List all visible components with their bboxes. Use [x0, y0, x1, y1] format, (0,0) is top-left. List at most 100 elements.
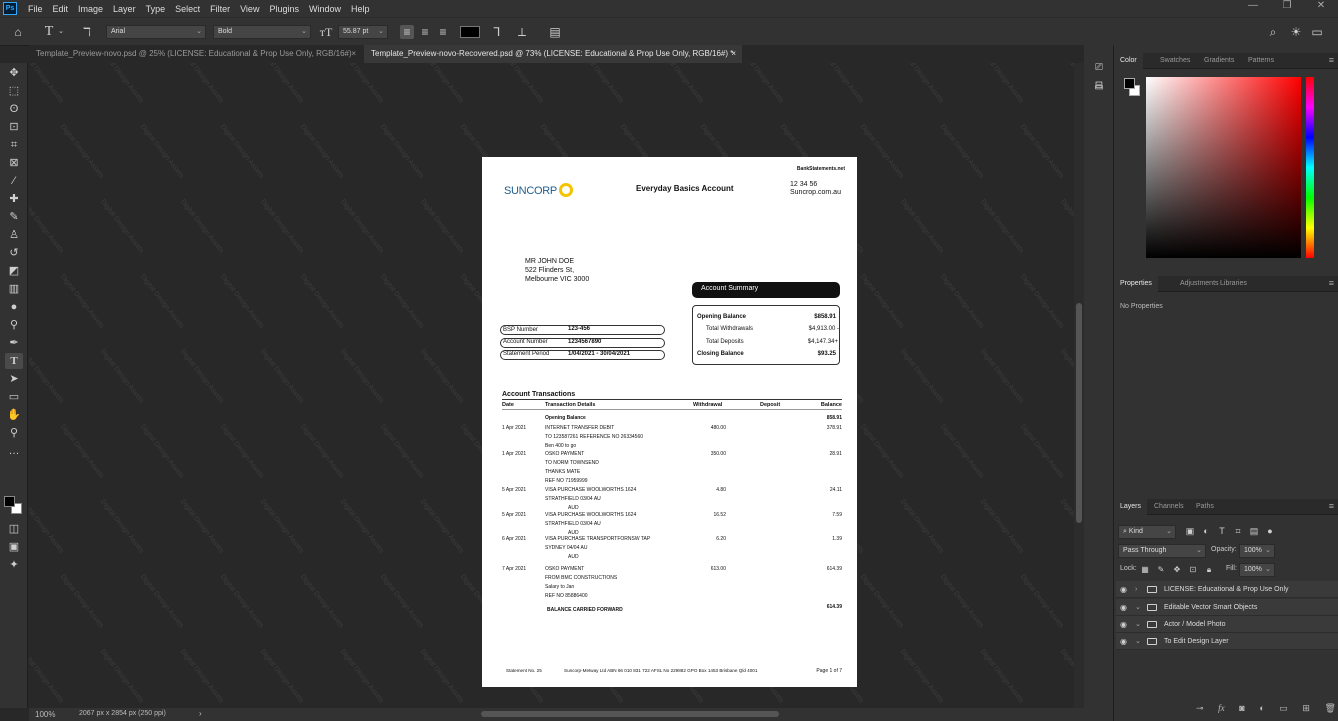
- restore-icon[interactable]: ❐: [1270, 0, 1304, 11]
- visibility-eye-icon[interactable]: ◉: [1120, 616, 1127, 633]
- dodge-tool-icon[interactable]: ⚲: [5, 317, 23, 333]
- menu-item-help[interactable]: Help: [346, 4, 375, 14]
- 3d-text-icon[interactable]: ⟂: [515, 25, 529, 39]
- blur-tool-icon[interactable]: ●: [5, 299, 23, 315]
- menu-item-layer[interactable]: Layer: [108, 4, 141, 14]
- layer-filter-select[interactable]: ⌕ Kind ⌄: [1118, 525, 1176, 539]
- foreground-color-swatch[interactable]: [4, 496, 15, 507]
- warp-text-icon[interactable]: Ꞁ: [490, 25, 504, 39]
- tab-channels[interactable]: Channels: [1148, 499, 1190, 515]
- link-layers-icon[interactable]: ⊸: [1196, 703, 1204, 717]
- lock-artboard-icon[interactable]: ⊡: [1188, 563, 1198, 577]
- close-tab-icon[interactable]: ×: [731, 45, 736, 63]
- brush-tool-icon[interactable]: ✎: [5, 209, 23, 225]
- image-filter-icon[interactable]: ▣: [1184, 524, 1196, 538]
- new-layer-icon[interactable]: ⊞: [1302, 703, 1310, 717]
- lock-pixels-icon[interactable]: ✎: [1156, 563, 1166, 577]
- align-center-icon[interactable]: ≡: [418, 25, 432, 39]
- character-panel-icon[interactable]: ▤: [548, 25, 562, 39]
- home-icon[interactable]: ⌂: [10, 25, 26, 39]
- horizontal-scroll-thumb[interactable]: [481, 711, 779, 717]
- quick-mask-icon[interactable]: ◫: [5, 521, 23, 537]
- lightbulb-icon[interactable]: ☀: [1289, 25, 1303, 39]
- type-tool-icon[interactable]: T: [42, 25, 56, 39]
- lasso-tool-icon[interactable]: ʘ: [5, 101, 23, 117]
- menu-item-type[interactable]: Type: [141, 4, 171, 14]
- layer-row[interactable]: ◉ ⌄ Actor / Model Photo: [1116, 616, 1338, 633]
- menu-item-view[interactable]: View: [235, 4, 264, 14]
- type-filter-icon[interactable]: T: [1216, 524, 1228, 538]
- frame-tool-icon[interactable]: ⊠: [5, 155, 23, 171]
- panel-menu-icon[interactable]: ≡: [1329, 278, 1334, 288]
- eyedropper-icon[interactable]: ⁄: [5, 173, 23, 189]
- crop-tool-icon[interactable]: ⌗: [5, 137, 23, 153]
- search-icon[interactable]: ⌕: [1266, 25, 1280, 39]
- foreground-color-swatch[interactable]: [1124, 78, 1135, 89]
- clone-stamp-icon[interactable]: ♙: [5, 227, 23, 243]
- new-group-icon[interactable]: ▭: [1279, 703, 1288, 717]
- panel-menu-icon[interactable]: ≡: [1329, 55, 1334, 65]
- more-tools-icon[interactable]: …: [5, 443, 23, 459]
- menu-item-plugins[interactable]: Plugins: [264, 4, 304, 14]
- chevron-down-icon[interactable]: ⌄: [1135, 616, 1141, 633]
- minimize-icon[interactable]: —: [1236, 0, 1270, 11]
- move-tool-icon[interactable]: ✥: [5, 65, 23, 81]
- object-selection-icon[interactable]: ⊡: [5, 119, 23, 135]
- adjustment-filter-icon[interactable]: ◐: [1200, 524, 1212, 538]
- chevron-down-icon[interactable]: ⌄: [1135, 599, 1141, 616]
- tab-swatches[interactable]: Swatches: [1154, 53, 1196, 69]
- font-family-select[interactable]: Arial ⌄: [106, 25, 206, 39]
- vertical-scrollbar[interactable]: [1074, 63, 1084, 708]
- delete-layer-icon[interactable]: 🗑︎: [1325, 703, 1336, 717]
- lock-transparent-icon[interactable]: ▦: [1140, 563, 1150, 577]
- pen-tool-icon[interactable]: ✒: [5, 335, 23, 351]
- layer-style-icon[interactable]: fx: [1218, 703, 1225, 717]
- workspace-icon[interactable]: ▭: [1310, 25, 1324, 39]
- blend-mode-select[interactable]: Pass Through ⌄: [1118, 544, 1206, 558]
- smart-object-filter-icon[interactable]: ▤: [1248, 524, 1260, 538]
- menu-item-edit[interactable]: Edit: [48, 4, 74, 14]
- tab-paths[interactable]: Paths: [1190, 499, 1220, 515]
- history-brush-icon[interactable]: ↺: [5, 245, 23, 261]
- healing-brush-icon[interactable]: ✚: [5, 191, 23, 207]
- gradient-tool-icon[interactable]: ▥: [5, 281, 23, 297]
- tab-patterns[interactable]: Patterns: [1242, 53, 1280, 69]
- eraser-icon[interactable]: ◩: [5, 263, 23, 279]
- shape-filter-icon[interactable]: ⌗: [1232, 524, 1244, 538]
- add-mask-icon[interactable]: ◙: [1239, 703, 1244, 717]
- chevron-right-icon[interactable]: ›: [1135, 581, 1137, 598]
- marquee-tool-icon[interactable]: ⬚: [5, 83, 23, 99]
- visibility-eye-icon[interactable]: ◉: [1120, 633, 1127, 650]
- tab-color[interactable]: Color: [1114, 53, 1143, 69]
- text-color-swatch[interactable]: [460, 26, 480, 38]
- visibility-eye-icon[interactable]: ◉: [1120, 599, 1127, 616]
- tab-libraries[interactable]: Libraries: [1214, 276, 1253, 292]
- screen-mode-icon[interactable]: ▣: [5, 539, 23, 555]
- align-right-icon[interactable]: ≡: [436, 25, 450, 39]
- status-menu-icon[interactable]: ›: [199, 709, 202, 718]
- font-size-field[interactable]: 55.87 pt ⌄: [338, 25, 388, 39]
- rectangle-tool-icon[interactable]: ▭: [5, 389, 23, 405]
- menu-item-image[interactable]: Image: [73, 4, 108, 14]
- generative-icon[interactable]: ✦: [5, 557, 23, 573]
- tab-properties[interactable]: Properties: [1114, 276, 1158, 292]
- adjustment-layer-icon[interactable]: ◐: [1259, 703, 1264, 717]
- menu-item-filter[interactable]: Filter: [205, 4, 235, 14]
- panel-menu-icon[interactable]: ≡: [1329, 501, 1334, 511]
- menu-item-window[interactable]: Window: [304, 4, 346, 14]
- fill-field[interactable]: 100% ⌄: [1239, 563, 1275, 577]
- tab-gradients[interactable]: Gradients: [1198, 53, 1240, 69]
- comments-panel-icon[interactable]: ▭: [1092, 81, 1106, 95]
- tab-layers[interactable]: Layers: [1114, 499, 1148, 515]
- hue-slider[interactable]: [1306, 77, 1314, 258]
- text-orientation-icon[interactable]: ℸ: [80, 25, 94, 39]
- filter-toggle-icon[interactable]: ●: [1264, 524, 1276, 538]
- menu-item-select[interactable]: Select: [170, 4, 205, 14]
- layer-row[interactable]: ◉ ⌄ To Edit Design Layer: [1116, 633, 1338, 650]
- close-tab-icon[interactable]: ×: [351, 45, 356, 63]
- chevron-down-icon[interactable]: ⌄: [1135, 633, 1141, 650]
- layer-row[interactable]: ◉ › LICENSE: Educational & Prop Use Only: [1116, 581, 1338, 598]
- visibility-eye-icon[interactable]: ◉: [1120, 581, 1127, 598]
- hand-tool-icon[interactable]: ✋: [5, 407, 23, 423]
- tab-document-1[interactable]: Template_Preview-novo.psd @ 25% (LICENSE…: [29, 45, 362, 63]
